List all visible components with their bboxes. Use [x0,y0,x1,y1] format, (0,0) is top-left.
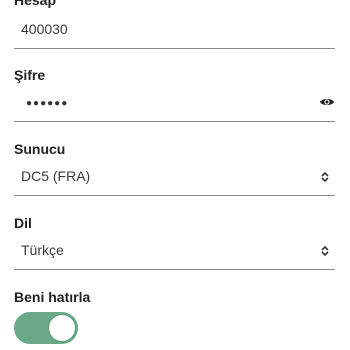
password-label: Şifre [14,67,46,83]
language-select[interactable]: Türkçe [14,232,335,270]
password-dots: ●●●●●● [26,98,69,109]
account-value: 400030 [21,21,68,37]
eye-icon-graphic [320,99,334,105]
toggle-knob [48,314,76,342]
remember-toggle[interactable] [14,312,78,344]
remember-label: Beni hatırla [14,289,91,305]
server-value: DC5 (FRA) [21,168,91,184]
chevron-up-down-icon [319,244,331,258]
login-form: Hesap 400030 Şifre ●●●●●● Sunucu DC5 (FR… [0,0,350,350]
account-field[interactable]: 400030 [14,11,335,49]
chevron-up-down-icon [319,170,331,184]
password-field[interactable]: ●●●●●● [14,84,335,122]
eye-icon[interactable] [319,94,335,110]
server-label: Sunucu [14,141,66,157]
language-chevron-graphic [321,245,329,257]
language-label: Dil [14,215,32,231]
server-select[interactable]: DC5 (FRA) [14,158,335,196]
server-chevron-graphic [321,171,329,183]
language-value: Türkçe [21,242,64,258]
account-label: Hesap [14,0,57,8]
